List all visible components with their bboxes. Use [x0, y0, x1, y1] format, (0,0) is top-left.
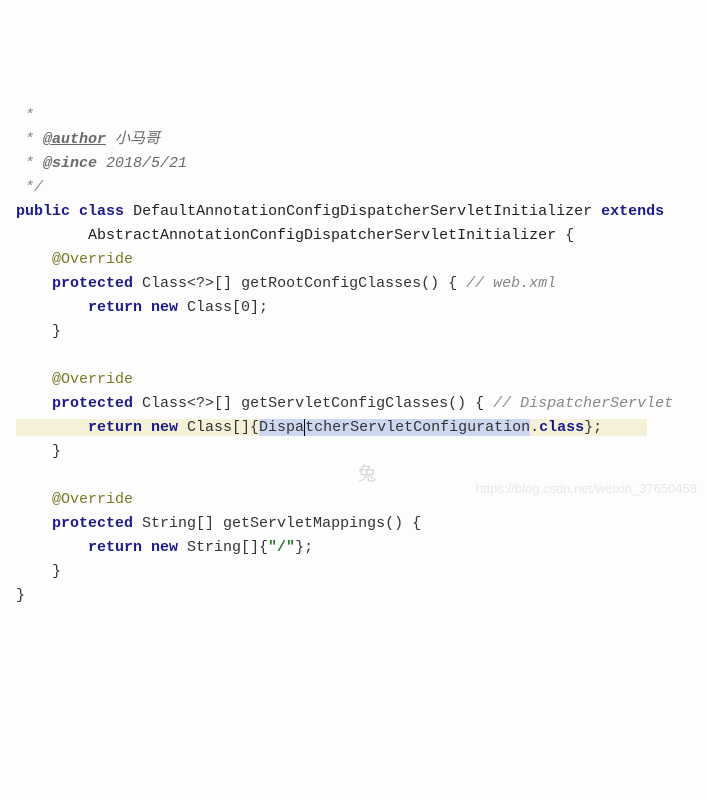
selection-part2: tcherServletConfiguration [305, 419, 530, 436]
comment-dispatcher: // DispatcherServlet [493, 395, 673, 412]
code-block: * * @author 小马哥 * @since 2018/5/21 */ pu… [16, 104, 691, 608]
selection-part1: Dispa [259, 419, 304, 436]
class-close: } [16, 587, 25, 604]
method3-return: return new String[]{"/"}; [88, 539, 313, 556]
javadoc-author-line: * @author 小马哥 [16, 131, 160, 148]
javadoc-star: * [16, 107, 34, 124]
javadoc-author-tag: @author [43, 131, 106, 148]
method2-sig: protected Class<?>[] getServletConfigCla… [52, 395, 673, 412]
method1-close: } [52, 323, 61, 340]
method2-close: } [52, 443, 61, 460]
class-decl-line1: public class DefaultAnnotationConfigDisp… [16, 203, 664, 220]
method1-return: return new Class[0]; [88, 299, 268, 316]
javadoc-since-val: 2018/5/21 [97, 155, 187, 172]
override-annotation: @Override [52, 251, 133, 268]
comment-webxml: // web.xml [466, 275, 556, 292]
javadoc-since-line: * @since 2018/5/21 [16, 155, 187, 172]
highlighted-line: return new Class[]{DispatcherServletConf… [16, 419, 647, 436]
method3-sig: protected String[] getServletMappings() … [52, 515, 421, 532]
javadoc-close: */ [16, 179, 43, 196]
override-annotation: @Override [52, 371, 133, 388]
method1-sig: protected Class<?>[] getRootConfigClasse… [52, 275, 556, 292]
javadoc-since-tag: @since [43, 155, 97, 172]
override-annotation: @Override [52, 491, 133, 508]
class-decl-line2: AbstractAnnotationConfigDispatcherServle… [16, 227, 574, 244]
javadoc-author-name: 小马哥 [106, 131, 160, 148]
method3-close: } [52, 563, 61, 580]
